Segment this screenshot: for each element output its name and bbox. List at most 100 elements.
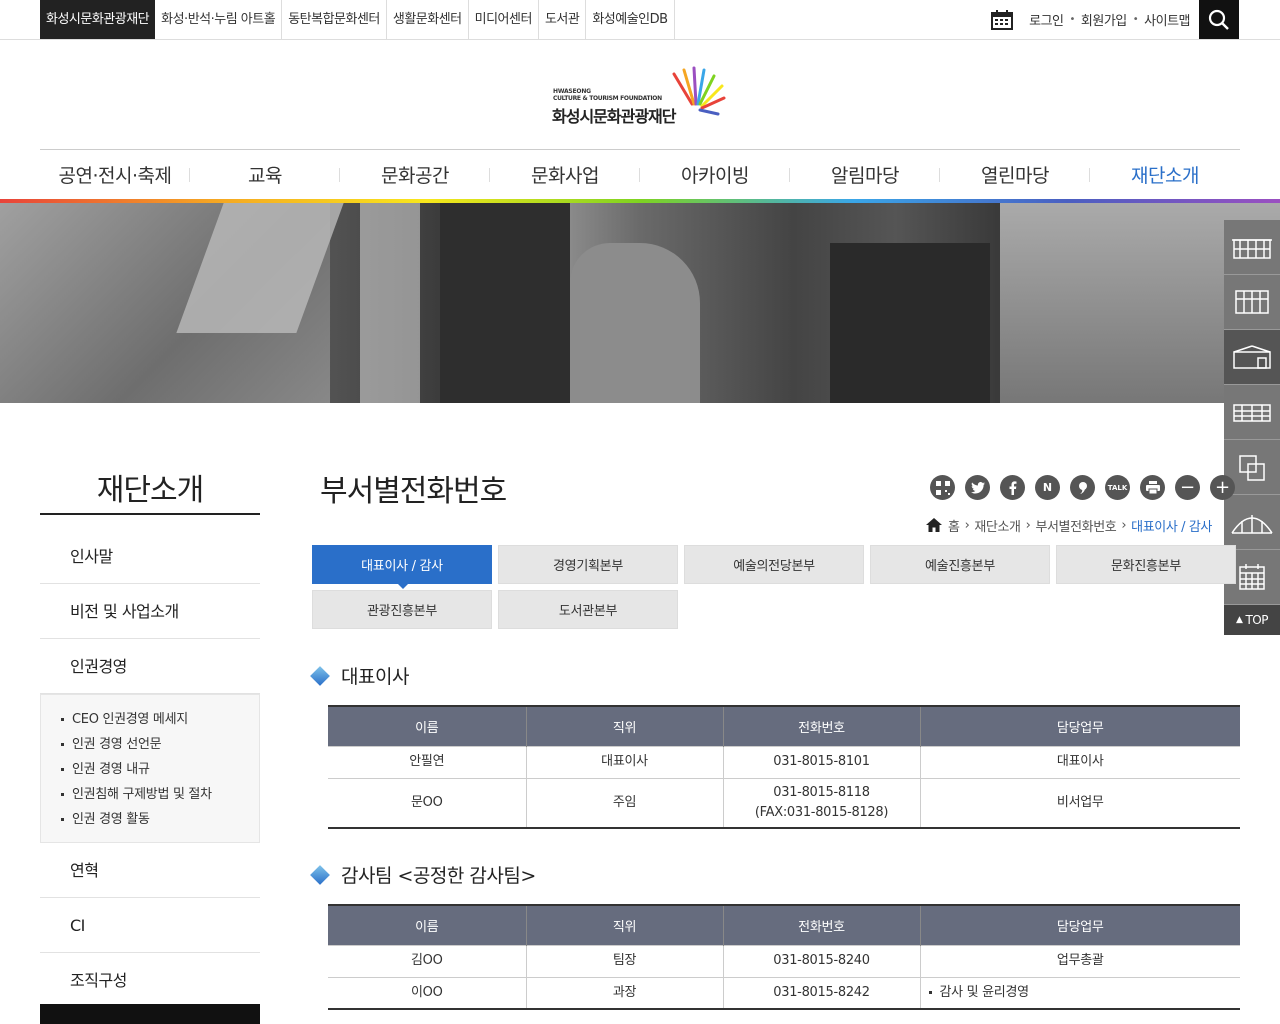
quick-media-center-building-icon[interactable] <box>1224 385 1280 440</box>
gnb-label: 교육 <box>248 164 282 187</box>
section-title-text: 대표이사 <box>341 666 409 688</box>
depth3-item-activities[interactable]: 인권 경영 활동 <box>61 807 259 832</box>
sub-menu-item-greeting[interactable]: 인사말 <box>40 529 260 584</box>
sub-menu-item-human-rights[interactable]: 인권경영 <box>40 639 260 694</box>
cell-name: 이OO <box>328 976 526 1009</box>
family-site-dongtan-center[interactable]: 동탄복합문화센터 <box>282 0 387 39</box>
search-button[interactable] <box>1199 0 1239 39</box>
table-header: 담당업무 <box>919 706 1240 746</box>
site-logo[interactable]: HWASEONG CULTURE & TOURISM FOUNDATION 화성… <box>550 64 730 126</box>
depth3-item-ceo-message[interactable]: CEO 인권경영 메세지 <box>61 707 259 732</box>
logo-english-line2: CULTURE & TOURISM FOUNDATION <box>553 95 662 102</box>
sub-menu-item-active[interactable] <box>40 1004 260 1024</box>
naver-blog-icon[interactable]: N <box>1035 475 1060 500</box>
gnb-label: 문화공간 <box>381 164 449 187</box>
table-header: 직위 <box>525 706 723 746</box>
gnb-label: 재단소개 <box>1131 164 1199 187</box>
gnb-item-about[interactable]: 재단소개 <box>1090 150 1240 202</box>
chevron-right-icon: › <box>1121 517 1127 533</box>
zoom-in-icon[interactable]: + <box>1210 475 1235 500</box>
table-row: 안필연 대표이사 031-8015-8101 대표이사 <box>328 745 1240 778</box>
calendar-icon[interactable] <box>991 9 1014 30</box>
gnb-label: 알림마당 <box>831 164 899 187</box>
gnb-item-performance[interactable]: 공연·전시·축제 <box>40 150 190 198</box>
family-site-foundation[interactable]: 화성시문화관광재단 <box>40 0 156 39</box>
family-site-media-center[interactable]: 미디어센터 <box>469 0 539 39</box>
table-row: 이OO 과장 031-8015-8242 감사 및 윤리경영 <box>328 976 1240 1009</box>
family-site-artist-db[interactable]: 화성예술인DB <box>586 0 675 39</box>
tab-culture-promotion[interactable]: 문화진흥본부 <box>1056 545 1236 584</box>
chevron-right-icon: › <box>1025 517 1031 533</box>
section-title-audit: 감사팀 <공정한 감사팀> <box>310 861 536 888</box>
kakao-story-icon[interactable] <box>1070 475 1095 500</box>
depth3-item-declaration[interactable]: 인권 경영 선언문 <box>61 732 259 757</box>
family-site-library[interactable]: 도서관 <box>539 0 587 39</box>
gnb-item-open-board[interactable]: 열린마당 <box>940 150 1090 198</box>
sub-menu-item-organization[interactable]: 조직구성 <box>40 953 260 1008</box>
gnb-label: 문화사업 <box>531 164 599 187</box>
cell-position: 팀장 <box>525 944 723 977</box>
family-site-life-culture-center[interactable]: 생활문화센터 <box>387 0 469 39</box>
depth3-item-remedy[interactable]: 인권침해 구제방법 및 절차 <box>61 782 259 807</box>
tab-library[interactable]: 도서관본부 <box>498 590 678 629</box>
tab-tourism-promotion[interactable]: 관광진흥본부 <box>312 590 492 629</box>
login-link[interactable]: 로그인 <box>1029 10 1064 29</box>
tab-arts-promotion[interactable]: 예술진흥본부 <box>870 545 1050 584</box>
zoom-out-icon[interactable]: − <box>1175 475 1200 500</box>
qr-code-icon[interactable] <box>930 475 955 500</box>
sub-menu-item-history[interactable]: 연혁 <box>40 843 260 898</box>
cell-duty: 업무총괄 <box>919 944 1240 977</box>
cell-duty: 감사 및 윤리경영 <box>919 976 1240 1009</box>
diamond-bullet-icon <box>310 665 330 686</box>
cell-name: 안필연 <box>328 745 526 778</box>
gnb-item-notice[interactable]: 알림마당 <box>790 150 940 198</box>
cell-phone-number: 031-8015-8118 <box>773 784 870 800</box>
quick-culture-center-building-icon[interactable] <box>1224 275 1280 330</box>
share-tools: N TALK − + <box>930 475 1245 500</box>
quick-life-center-building-icon[interactable] <box>1224 330 1280 385</box>
section-title-text: 감사팀 <공정한 감사팀> <box>341 865 536 887</box>
facebook-icon[interactable] <box>1000 475 1025 500</box>
tab-ceo-audit[interactable]: 대표이사 / 감사 <box>312 545 492 589</box>
cell-phone: 031-8015-8101 <box>722 745 920 778</box>
diamond-bullet-icon <box>310 864 330 885</box>
gnb-label: 공연·전시·축제 <box>58 164 172 187</box>
breadcrumb-home[interactable]: 홈 <box>948 516 960 535</box>
table-header: 전화번호 <box>722 706 920 746</box>
table-header-row: 이름 직위 전화번호 담당업무 <box>328 905 1240 945</box>
cell-duty: 비서업무 <box>919 777 1240 828</box>
join-link[interactable]: 회원가입 <box>1081 10 1127 29</box>
breadcrumb-level2[interactable]: 부서별전화번호 <box>1035 516 1116 535</box>
top-label: TOP <box>1245 613 1268 627</box>
home-icon[interactable] <box>926 518 942 532</box>
sub-menu-item-ci[interactable]: CI <box>40 898 260 953</box>
gnb-item-education[interactable]: 교육 <box>190 150 340 198</box>
tab-arts-center[interactable]: 예술의전당본부 <box>684 545 864 584</box>
sub-menu-depth3: CEO 인권경영 메세지 인권 경영 선언문 인권 경영 내규 인권침해 구제방… <box>40 694 260 843</box>
main-navigation: 공연·전시·축제 교육 문화공간 문화사업 아카이빙 알림마당 열린마당 재단소… <box>40 149 1240 202</box>
util-links: 로그인 • 회원가입 • 사이트맵 <box>991 0 1190 39</box>
gnb-item-culture-project[interactable]: 문화사업 <box>490 150 640 198</box>
cell-fax-number: (FAX:031-8015-8128) <box>754 804 889 820</box>
sub-menu-item-vision[interactable]: 비전 및 사업소개 <box>40 584 260 639</box>
sub-menu: 인사말 비전 및 사업소개 인권경영 CEO 인권경영 메세지 인권 경영 선언… <box>40 529 260 1008</box>
table-header: 이름 <box>328 905 526 945</box>
sitemap-link[interactable]: 사이트맵 <box>1144 10 1190 29</box>
cell-phone: 031-8015-8118 (FAX:031-8015-8128) <box>722 777 920 828</box>
department-tabs: 대표이사 / 감사 경영기획본부 예술의전당본부 예술진흥본부 문화진흥본부 관… <box>312 545 1242 635</box>
family-site-nav: 화성시문화관광재단 화성·반석·누림 아트홀 동탄복합문화센터 생활문화센터 미… <box>40 0 675 39</box>
table-header: 전화번호 <box>722 905 920 945</box>
depth3-item-regulation[interactable]: 인권 경영 내규 <box>61 757 259 782</box>
family-site-arthall[interactable]: 화성·반석·누림 아트홀 <box>155 0 283 39</box>
gnb-item-culture-space[interactable]: 문화공간 <box>340 150 490 198</box>
twitter-icon[interactable] <box>965 475 990 500</box>
gnb-item-archiving[interactable]: 아카이빙 <box>640 150 790 198</box>
cell-position: 대표이사 <box>525 745 723 778</box>
ceo-phone-table: 이름 직위 전화번호 담당업무 안필연 대표이사 031-8015-8101 대… <box>328 705 1240 829</box>
logo-english-line1: HWASEONG <box>553 88 591 95</box>
breadcrumb-level1[interactable]: 재단소개 <box>974 516 1021 535</box>
quick-arthall-building-icon[interactable] <box>1224 220 1280 275</box>
kakao-talk-icon[interactable]: TALK <box>1105 475 1130 500</box>
tab-management-planning[interactable]: 경영기획본부 <box>498 545 678 584</box>
print-icon[interactable] <box>1140 475 1165 500</box>
